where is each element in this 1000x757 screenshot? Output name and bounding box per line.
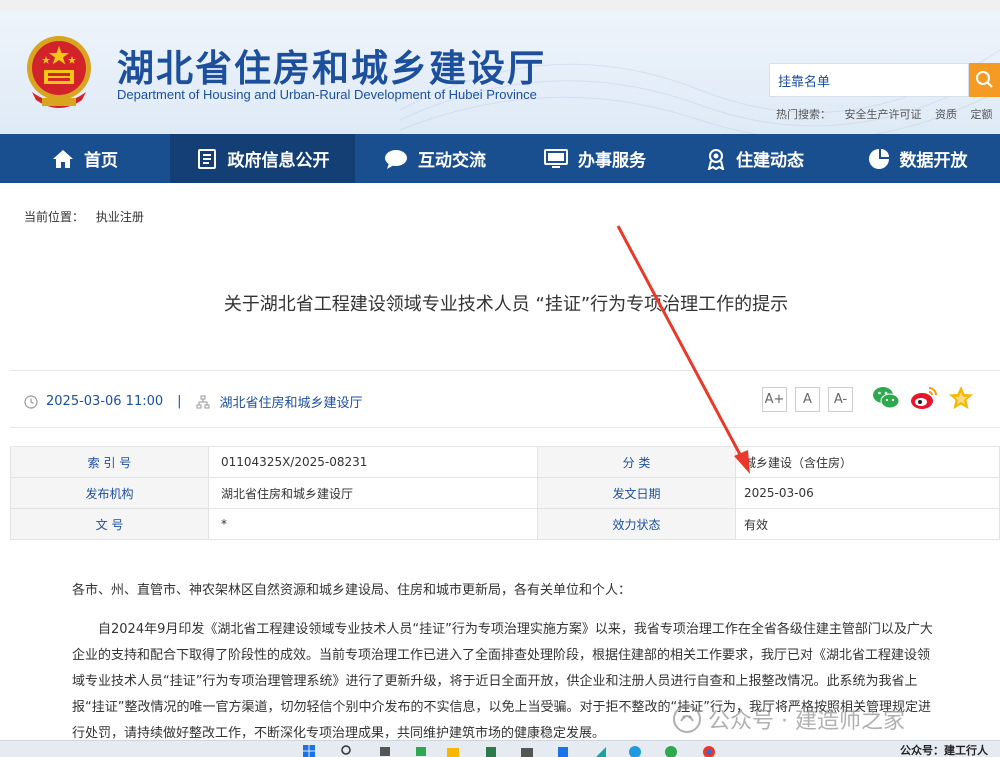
site-title: 湖北省住房和城乡建设厅 <box>117 47 546 90</box>
font-size-controls: A+ A A- <box>762 387 861 412</box>
pie-chart-icon <box>868 148 889 169</box>
nav-item-label: 政府信息公开 <box>227 151 330 171</box>
task-view-icon[interactable] <box>378 744 392 757</box>
main-nav: 首页 政府信息公开 互动交流 办事服务 住建动态 数据开放 <box>0 134 1000 183</box>
font-increase-button[interactable]: A+ <box>762 387 787 412</box>
article-title: 关于湖北省工程建设领域专业技术人员 “挂证”行为专项治理工作的提示 <box>223 294 789 315</box>
weibo-share-button[interactable] <box>910 385 938 415</box>
nav-item-government-info[interactable]: 政府信息公开 <box>170 134 355 183</box>
info-label: 发文日期 <box>537 477 736 509</box>
nav-item-interaction[interactable]: 互动交流 <box>355 134 515 183</box>
hot-search-term[interactable]: 资质 <box>935 108 957 121</box>
chrome-browser-icon[interactable] <box>702 744 716 757</box>
hot-search-term[interactable]: 安全生产许可证 <box>845 108 922 121</box>
font-decrease-button[interactable]: A- <box>828 387 853 412</box>
watermark: 公众号 · 建造师之家 <box>672 703 905 735</box>
share-buttons <box>872 385 984 415</box>
home-icon <box>53 149 73 168</box>
document-list-icon <box>197 148 216 169</box>
info-value: 01104325X/2025-08231 <box>208 446 538 478</box>
nav-item-home[interactable]: 首页 <box>0 134 170 183</box>
app-icon[interactable] <box>484 744 498 757</box>
chat-bubble-icon <box>385 149 407 169</box>
publisher-name: 湖北省住房和城乡建设厅 <box>219 396 363 411</box>
article-greeting: 各市、州、直管市、神农架林区自然资源和城乡建设局、住房和城市更新局，各有关单位和… <box>72 583 632 598</box>
info-value: * <box>208 508 538 540</box>
taskbar-caption: 公众号：建工行人 <box>900 744 988 757</box>
info-label: 文 号 <box>10 508 209 540</box>
edge-browser-icon[interactable] <box>628 744 642 757</box>
hot-search: 热门搜索： 安全生产许可证 资质 定额 <box>776 106 1000 122</box>
nav-item-label: 住建动态 <box>736 151 804 171</box>
national-emblem-icon <box>27 36 91 108</box>
search-box <box>769 63 969 97</box>
search-icon <box>976 71 993 88</box>
folder-icon[interactable] <box>446 744 460 757</box>
nav-item-news[interactable]: 住建动态 <box>675 134 835 183</box>
article-meta-bar: 2025-03-06 11:00 | 湖北省住房和城乡建设厅 A+ A A- <box>10 370 1000 428</box>
browser-top-strip <box>0 0 1000 10</box>
nav-item-label: 数据开放 <box>899 151 968 171</box>
monitor-icon <box>544 148 568 168</box>
watermark-text: 公众号 · 建造师之家 <box>708 709 905 734</box>
site-header: 湖北省住房和城乡建设厅 Department of Housing and Ur… <box>0 10 1000 134</box>
hot-search-label: 热门搜索： <box>776 108 831 121</box>
nav-item-services[interactable]: 办事服务 <box>515 134 675 183</box>
chat-app-icon[interactable] <box>664 744 678 757</box>
os-taskbar: 公众号：建工行人 <box>0 740 1000 757</box>
award-icon <box>707 148 725 170</box>
nav-item-label: 互动交流 <box>418 151 486 171</box>
nav-item-label: 办事服务 <box>578 151 646 171</box>
weibo-icon <box>911 387 937 409</box>
info-label: 分 类 <box>537 446 736 478</box>
info-label: 发布机构 <box>10 477 209 509</box>
store-icon[interactable] <box>520 744 534 757</box>
windows-start-icon[interactable] <box>302 744 316 757</box>
article-meta: 2025-03-06 11:00 | 湖北省住房和城乡建设厅 <box>24 392 363 411</box>
widgets-icon[interactable] <box>414 744 428 757</box>
info-label: 效力状态 <box>537 508 736 540</box>
document-info-table: 索 引 号 01104325X/2025-08231 分 类 城乡建设（含住房）… <box>10 446 1000 540</box>
clock-icon <box>24 394 38 409</box>
info-value: 2025-03-06 <box>735 477 1000 509</box>
wechat-official-account-icon <box>673 705 701 733</box>
info-value: 城乡建设（含住房） <box>735 446 1000 478</box>
table-row: 文 号 * 效力状态 有效 <box>10 508 1000 540</box>
favorite-star-icon <box>949 386 973 409</box>
wechat-icon <box>873 387 900 409</box>
site-subtitle: Department of Housing and Urban-Rural De… <box>117 87 537 102</box>
wechat-share-button[interactable] <box>872 385 900 415</box>
table-row: 发布机构 湖北省住房和城乡建设厅 发文日期 2025-03-06 <box>10 477 1000 509</box>
publish-datetime: 2025-03-06 11:00 <box>46 394 164 409</box>
search-taskbar-icon[interactable] <box>340 744 354 757</box>
breadcrumb-current-link[interactable]: 执业注册 <box>96 210 144 224</box>
breadcrumb-label: 当前位置： <box>24 210 85 224</box>
nav-item-open-data[interactable]: 数据开放 <box>835 134 1000 183</box>
favorite-button[interactable] <box>948 385 974 415</box>
search-input[interactable] <box>770 64 960 96</box>
info-value: 湖北省住房和城乡建设厅 <box>208 477 538 509</box>
browser-app-icon[interactable] <box>556 744 570 757</box>
hot-search-term[interactable]: 定额 <box>971 108 993 121</box>
breadcrumb: 当前位置： 执业注册 <box>24 208 144 225</box>
info-label: 索 引 号 <box>10 446 209 478</box>
meta-divider: | <box>177 394 182 409</box>
font-default-button[interactable]: A <box>795 387 820 412</box>
nav-item-label: 首页 <box>84 151 118 171</box>
table-row: 索 引 号 01104325X/2025-08231 分 类 城乡建设（含住房） <box>10 446 1000 478</box>
search-button[interactable] <box>969 63 1000 97</box>
info-value: 有效 <box>735 508 1000 540</box>
organization-icon <box>196 395 210 408</box>
arrow-app-icon[interactable] <box>594 744 608 757</box>
